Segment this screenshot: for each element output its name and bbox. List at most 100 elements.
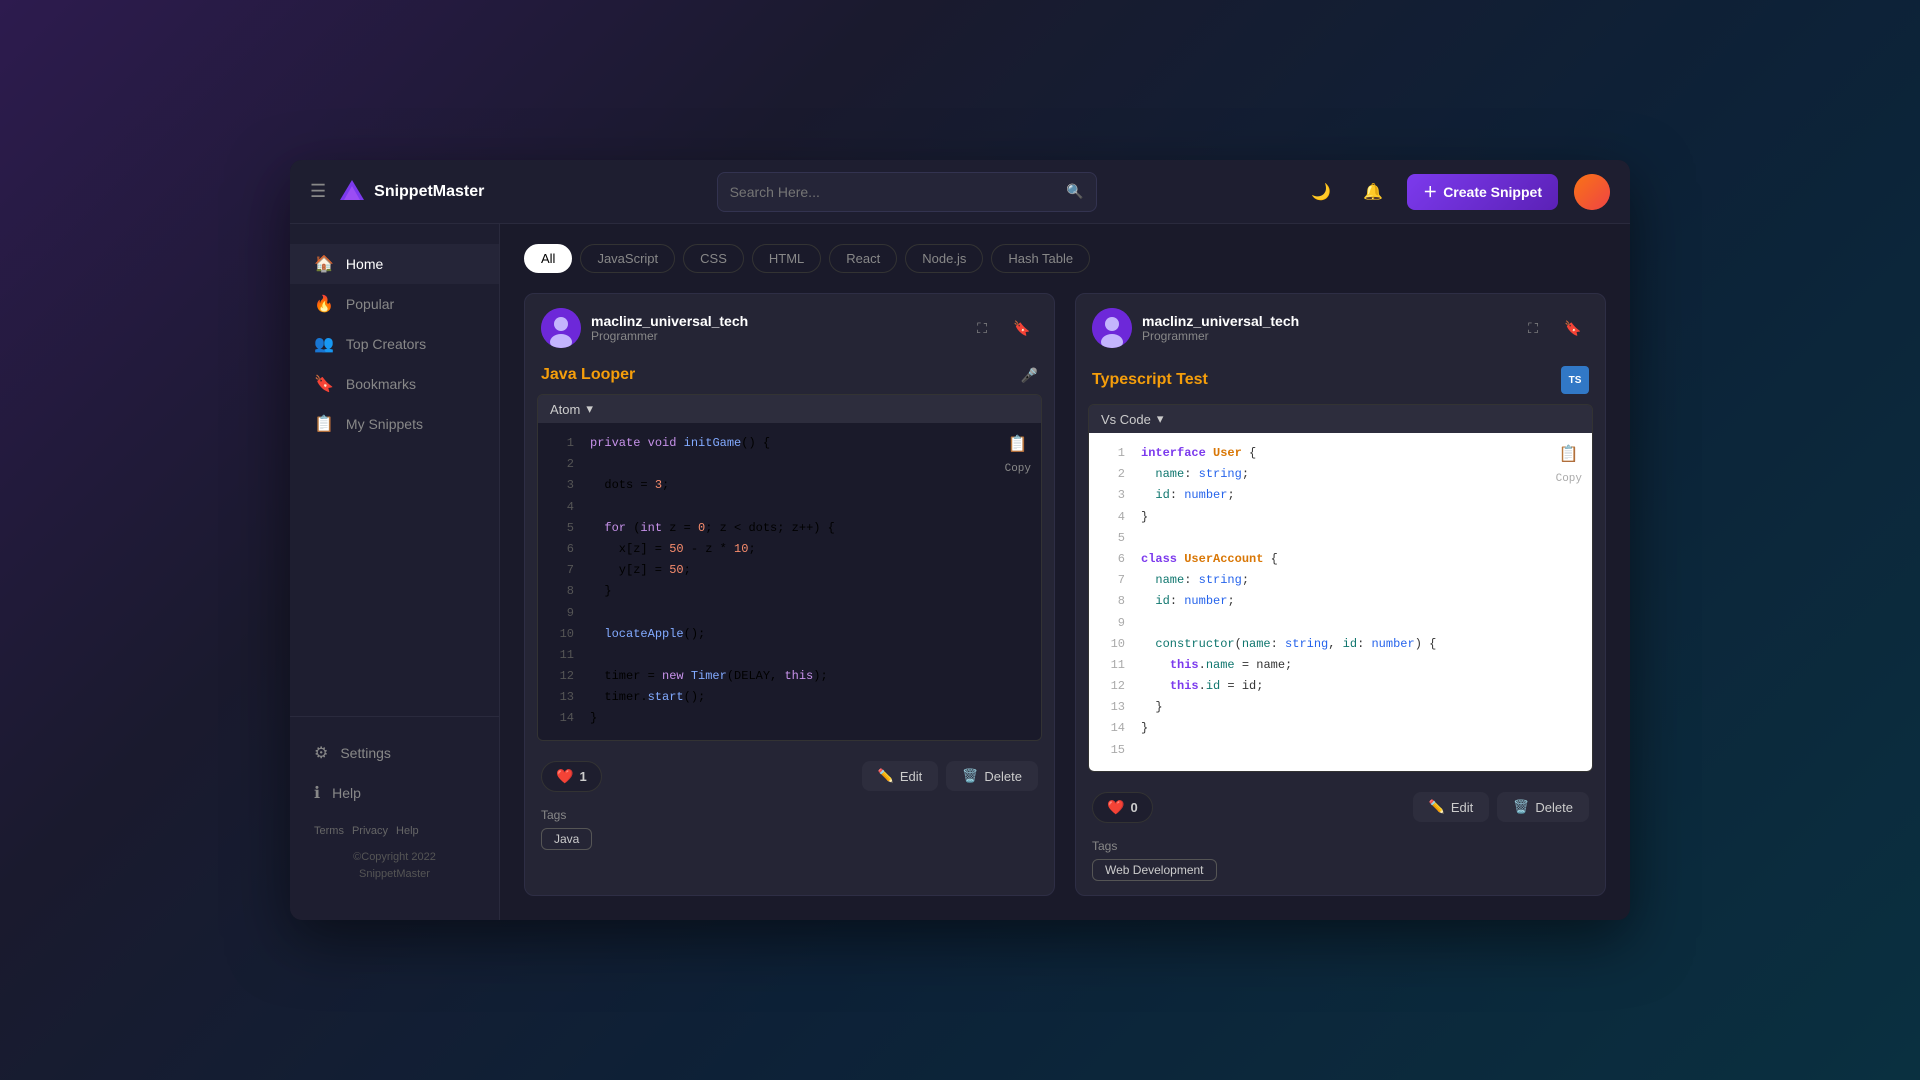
code-line-2-11: 11 this.name = name;: [1089, 655, 1592, 676]
header-center: 🔍: [526, 172, 1287, 212]
sidebar-item-home[interactable]: 🏠 Home: [290, 244, 499, 284]
filter-react[interactable]: React: [829, 244, 897, 273]
settings-icon: ⚙: [314, 743, 328, 763]
sidebar-item-settings[interactable]: ⚙ Settings: [290, 733, 499, 773]
code-line-2-7: 7 name: string;: [1089, 570, 1592, 591]
header: ☰ SnippetMaster 🔍 🌙 🔔 ＋ Create Snippet: [290, 160, 1630, 224]
sidebar-item-popular[interactable]: 🔥 Popular: [290, 284, 499, 324]
like-button-1[interactable]: ❤️ 1: [541, 761, 602, 792]
snippet-title-row-2: Typescript Test TS: [1076, 362, 1605, 404]
code-editor-1: Atom ▾ 📋 Copy 1private void initGame() {…: [537, 394, 1042, 741]
sidebar-item-my-snippets-label: My Snippets: [346, 416, 423, 432]
footer-actions-2: ✏️ Edit 🗑️ Delete: [1413, 792, 1589, 822]
chevron-down-icon: ▾: [586, 401, 593, 417]
privacy-link[interactable]: Privacy: [352, 825, 388, 837]
tags-section-1: Tags Java: [525, 804, 1054, 864]
code-line-2-14: 14}: [1089, 718, 1592, 739]
search-icon: 🔍: [1066, 183, 1083, 200]
filter-nodejs[interactable]: Node.js: [905, 244, 983, 273]
edit-icon-2: ✏️: [1429, 799, 1445, 815]
help-link[interactable]: Help: [396, 825, 419, 837]
code-editor-2: Vs Code ▾ 📋 Copy 1interface User { 2 nam…: [1088, 404, 1593, 772]
code-line-1-11: 11: [538, 645, 1041, 666]
search-bar: 🔍: [717, 172, 1097, 212]
sidebar-item-my-snippets[interactable]: 📋 My Snippets: [290, 404, 499, 444]
tag-web-development[interactable]: Web Development: [1092, 859, 1217, 881]
filter-all[interactable]: All: [524, 244, 572, 273]
tag-java[interactable]: Java: [541, 828, 592, 850]
code-line-1-5: 5 for (int z = 0; z < dots; z++) {: [538, 518, 1041, 539]
fullscreen-button-1[interactable]: ⛶: [966, 312, 998, 344]
search-input[interactable]: [730, 173, 1059, 211]
notifications-button[interactable]: 🔔: [1355, 174, 1391, 210]
delete-button-1[interactable]: 🗑️ Delete: [946, 761, 1038, 791]
code-line-2-10: 10 constructor(name: string, id: number)…: [1089, 634, 1592, 655]
card-footer-2: ❤️ 0 ✏️ Edit 🗑️ Delete: [1076, 784, 1605, 835]
theme-select-2[interactable]: Vs Code ▾: [1101, 411, 1163, 427]
menu-icon[interactable]: ☰: [310, 181, 326, 202]
create-snippet-button[interactable]: ＋ Create Snippet: [1407, 174, 1558, 210]
filter-html[interactable]: HTML: [752, 244, 821, 273]
sidebar-item-top-creators-label: Top Creators: [346, 336, 426, 352]
copy-icon-2: 📋: [1559, 443, 1579, 469]
like-count-1: 1: [579, 769, 586, 784]
filter-hashtable[interactable]: Hash Table: [991, 244, 1090, 273]
tags-label-2: Tags: [1092, 839, 1589, 853]
edit-icon-1: ✏️: [878, 768, 894, 784]
editor-toolbar-1: Atom ▾: [538, 395, 1041, 423]
code-line-1-12: 12 timer = new Timer(DELAY, this);: [538, 666, 1041, 687]
bookmark-button-2[interactable]: 🔖: [1557, 312, 1589, 344]
theme-select-1[interactable]: Atom ▾: [550, 401, 593, 417]
code-line-2-6: 6class UserAccount {: [1089, 549, 1592, 570]
header-left: ☰ SnippetMaster: [310, 178, 510, 206]
card-username-2: maclinz_universal_tech: [1142, 313, 1507, 329]
code-line-1-8: 8 }: [538, 581, 1041, 602]
copy-button-1[interactable]: 📋 Copy: [1005, 433, 1031, 478]
code-line-2-4: 4}: [1089, 507, 1592, 528]
delete-icon-1: 🗑️: [962, 768, 978, 784]
card-header-1: maclinz_universal_tech Programmer ⛶ 🔖: [525, 294, 1054, 362]
terms-link[interactable]: Terms: [314, 825, 344, 837]
editor-toolbar-2: Vs Code ▾: [1089, 405, 1592, 433]
card-role-1: Programmer: [591, 329, 956, 343]
avatar-image-1: [541, 308, 581, 348]
code-line-1-7: 7 y[z] = 50;: [538, 560, 1041, 581]
user-avatar[interactable]: [1574, 174, 1610, 210]
snippets-grid: maclinz_universal_tech Programmer ⛶ 🔖 Ja…: [524, 293, 1606, 896]
sidebar-bottom: ⚙ Settings ℹ Help Terms Privacy Help ©Co…: [290, 716, 499, 900]
top-creators-icon: 👥: [314, 334, 334, 354]
snippet-title-row-1: Java Looper 🎤: [525, 362, 1054, 394]
code-line-1-3: 3 dots = 3;: [538, 475, 1041, 496]
footer-actions-1: ✏️ Edit 🗑️ Delete: [862, 761, 1038, 791]
code-line-2-13: 13 }: [1089, 697, 1592, 718]
sidebar-item-bookmarks[interactable]: 🔖 Bookmarks: [290, 364, 499, 404]
code-content-1: 📋 Copy 1private void initGame() { 2 3 do…: [538, 423, 1041, 740]
sidebar-item-popular-label: Popular: [346, 296, 394, 312]
heart-icon-1: ❤️: [556, 768, 573, 785]
tags-section-2: Tags Web Development: [1076, 835, 1605, 895]
my-snippets-icon: 📋: [314, 414, 334, 434]
code-line-2-8: 8 id: number;: [1089, 591, 1592, 612]
sidebar-item-top-creators[interactable]: 👥 Top Creators: [290, 324, 499, 364]
card-user-info-1: maclinz_universal_tech Programmer: [591, 313, 956, 343]
edit-button-1[interactable]: ✏️ Edit: [862, 761, 939, 791]
plus-icon: ＋: [1423, 182, 1437, 202]
delete-button-2[interactable]: 🗑️ Delete: [1497, 792, 1589, 822]
filter-css[interactable]: CSS: [683, 244, 744, 273]
copy-button-2[interactable]: 📋 Copy: [1556, 443, 1582, 488]
sidebar-copyright: ©Copyright 2022 SnippetMaster: [290, 849, 499, 884]
like-button-2[interactable]: ❤️ 0: [1092, 792, 1153, 823]
theme-toggle-button[interactable]: 🌙: [1303, 174, 1339, 210]
header-right: 🌙 🔔 ＋ Create Snippet: [1303, 174, 1610, 210]
sidebar-item-help[interactable]: ℹ Help: [290, 773, 499, 813]
code-line-1-10: 10 locateApple();: [538, 624, 1041, 645]
bookmarks-icon: 🔖: [314, 374, 334, 394]
filter-javascript[interactable]: JavaScript: [580, 244, 675, 273]
home-icon: 🏠: [314, 254, 334, 274]
app-name-footer: SnippetMaster: [314, 866, 475, 884]
fullscreen-button-2[interactable]: ⛶: [1517, 312, 1549, 344]
logo-icon: [338, 178, 366, 206]
bookmark-button-1[interactable]: 🔖: [1006, 312, 1038, 344]
tags-list-1: Java: [541, 828, 1038, 850]
edit-button-2[interactable]: ✏️ Edit: [1413, 792, 1490, 822]
